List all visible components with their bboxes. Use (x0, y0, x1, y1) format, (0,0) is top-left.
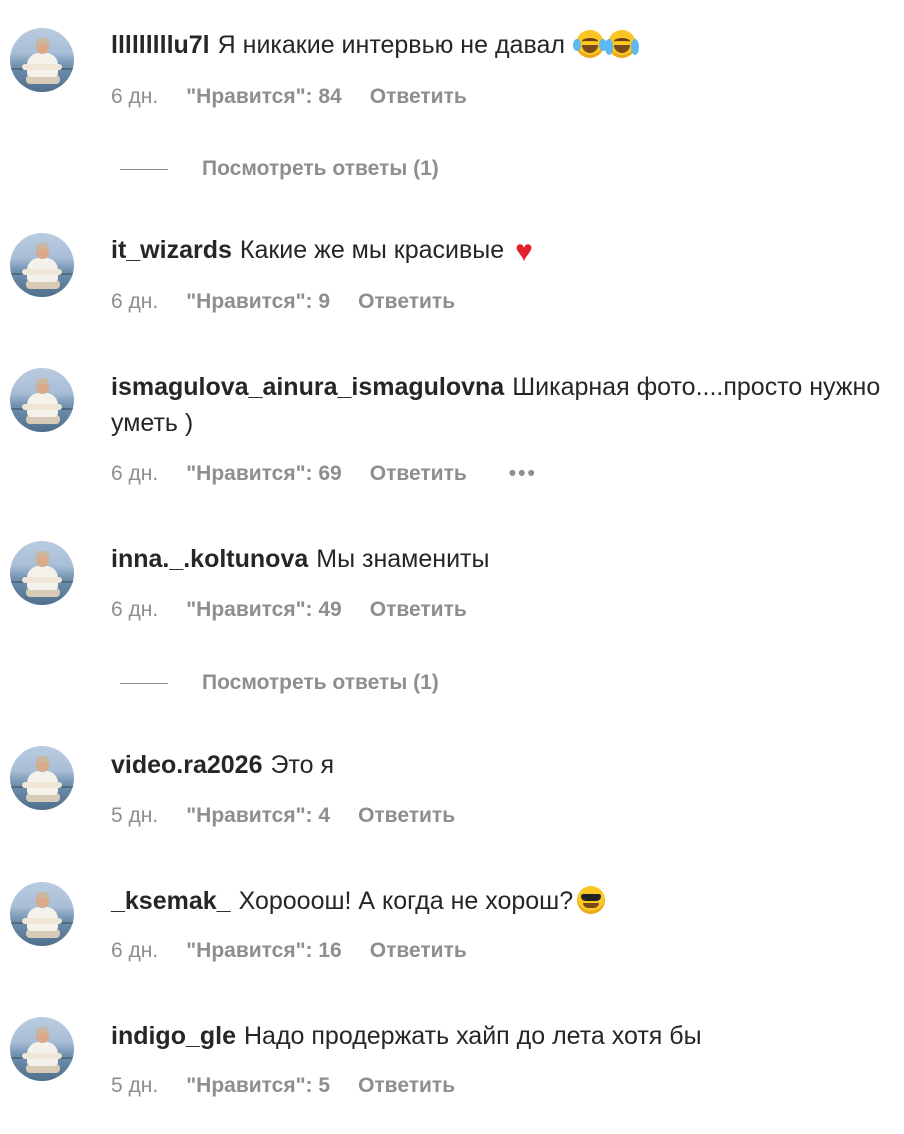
comment-text: inna._.koltunova Мы знамениты (111, 541, 489, 577)
face-with-tears-of-joy-icon (572, 30, 607, 58)
comment-text: indigo_gle Надо продержать хайп до лета х… (111, 1018, 702, 1054)
likes-count[interactable]: "Нравится": 9 (186, 290, 330, 313)
likes-count[interactable]: "Нравится": 84 (186, 85, 342, 108)
comment-text: _ksemak_ Хорооош! А когда не хорош? (111, 883, 606, 919)
username-link[interactable]: video.ra2026 (111, 751, 263, 779)
username-link[interactable]: it_wizards (111, 236, 232, 264)
reply-button[interactable]: Ответить (370, 939, 467, 962)
comment-meta: 6 дн. "Нравится": 49 Ответить (111, 597, 495, 623)
comment-meta: 6 дн. "Нравится": 84 Ответить (111, 84, 495, 110)
divider-line (120, 168, 168, 170)
comment-text: video.ra2026 Это я (111, 747, 334, 783)
avatar[interactable] (10, 233, 74, 297)
comment-body: Мы знамениты (316, 545, 490, 573)
avatar[interactable] (10, 28, 74, 92)
comment-body: Хорооош! А когда не хорош? (238, 887, 574, 915)
comment-text: it_wizards Какие же мы красивые ♥ (111, 232, 533, 268)
username-link[interactable]: _ksemak_ (111, 887, 231, 915)
username-link[interactable]: inna._.koltunova (111, 545, 308, 573)
view-replies-label: Посмотреть ответы (1) (202, 157, 439, 180)
username-link[interactable]: lllllllllu7l (111, 31, 210, 59)
loudly-crying-face-icon (604, 30, 639, 58)
comment-body: Какие же мы красивые (239, 236, 505, 264)
more-options-icon[interactable]: ••• (509, 462, 537, 485)
smiling-face-with-sunglasses-icon (577, 886, 606, 914)
comment-time[interactable]: 6 дн. (111, 462, 158, 485)
comment-text: ismagulova_ainura_ismagulovna Шикарная фо… (111, 369, 896, 441)
comment-time[interactable]: 6 дн. (111, 290, 158, 313)
avatar[interactable] (10, 541, 74, 605)
avatar[interactable] (10, 882, 74, 946)
likes-count[interactable]: "Нравится": 49 (186, 598, 342, 621)
view-replies-button[interactable]: Посмотреть ответы (1) (120, 670, 439, 696)
reply-button[interactable]: Ответить (370, 462, 467, 485)
reply-button[interactable]: Ответить (358, 804, 455, 827)
avatar[interactable] (10, 368, 74, 432)
comment-meta: 6 дн. "Нравится": 16 Ответить (111, 938, 495, 964)
comment-time[interactable]: 5 дн. (111, 804, 158, 827)
view-replies-button[interactable]: Посмотреть ответы (1) (120, 156, 439, 182)
likes-count[interactable]: "Нравится": 69 (186, 462, 342, 485)
comment-time[interactable]: 6 дн. (111, 939, 158, 962)
avatar[interactable] (10, 746, 74, 810)
comment-meta: 6 дн. "Нравится": 9 Ответить (111, 289, 483, 315)
reply-button[interactable]: Ответить (370, 85, 467, 108)
comment-time[interactable]: 6 дн. (111, 85, 158, 108)
view-replies-label: Посмотреть ответы (1) (202, 671, 439, 694)
red-heart-icon: ♥ (515, 235, 533, 268)
comment-meta: 5 дн. "Нравится": 4 Ответить (111, 803, 483, 829)
comment-text: lllllllllu7l Я никакие интервью не давал (111, 27, 639, 63)
username-link[interactable]: ismagulova_ainura_ismagulovna (111, 373, 504, 401)
avatar[interactable] (10, 1017, 74, 1081)
reply-button[interactable]: Ответить (358, 290, 455, 313)
reply-button[interactable]: Ответить (358, 1074, 455, 1097)
likes-count[interactable]: "Нравится": 4 (186, 804, 330, 827)
comment-body: Это я (270, 751, 335, 779)
comment-time[interactable]: 5 дн. (111, 1074, 158, 1097)
reply-button[interactable]: Ответить (370, 598, 467, 621)
username-link[interactable]: indigo_gle (111, 1022, 236, 1050)
comment-body: Я никакие интервью не давал (217, 31, 565, 59)
comment-body: Надо продержать хайп до лета хотя бы (244, 1022, 702, 1050)
likes-count[interactable]: "Нравится": 16 (186, 939, 342, 962)
divider-line (120, 682, 168, 684)
likes-count[interactable]: "Нравится": 5 (186, 1074, 330, 1097)
comment-meta: 5 дн. "Нравится": 5 Ответить (111, 1073, 483, 1099)
comment-time[interactable]: 6 дн. (111, 598, 158, 621)
comment-meta: 6 дн. "Нравится": 69 Ответить ••• (111, 461, 565, 487)
